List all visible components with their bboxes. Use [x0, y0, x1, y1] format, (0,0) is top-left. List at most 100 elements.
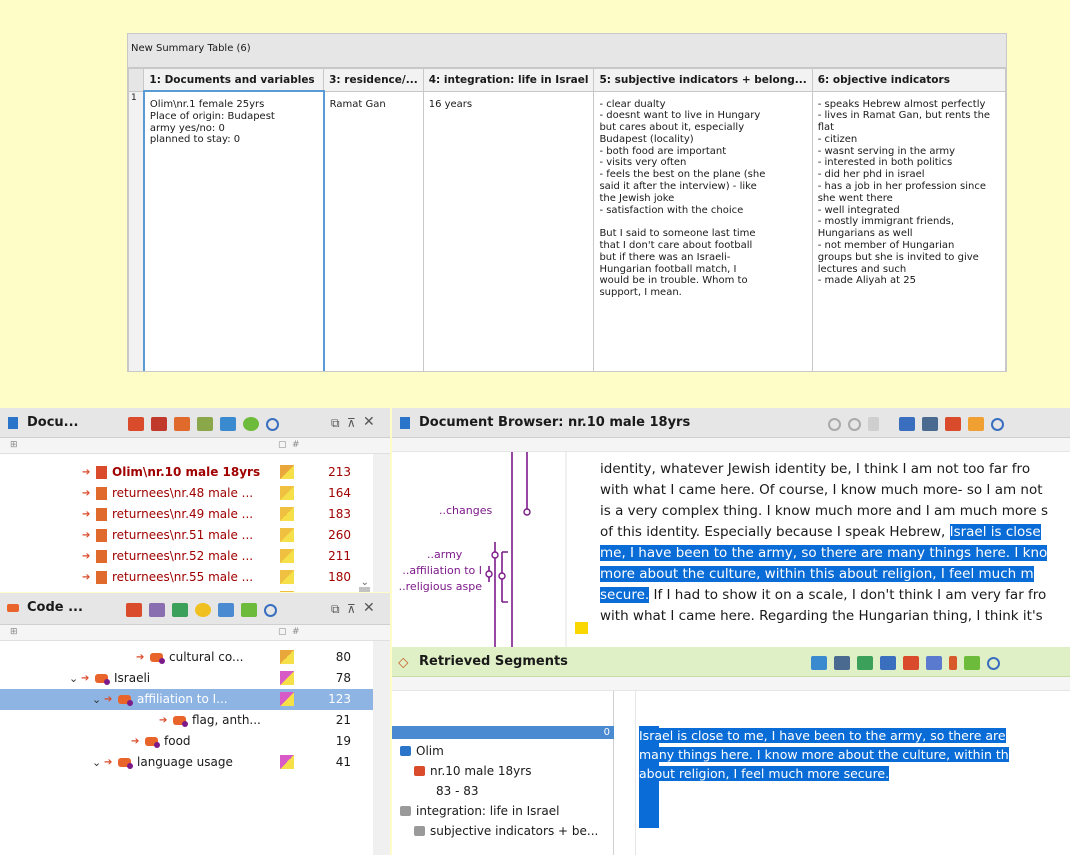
new-code-icon[interactable]: [126, 603, 142, 617]
code-matrix-icon[interactable]: [218, 603, 234, 617]
code-row[interactable]: ⌄ ➔ Israeli 78: [0, 668, 373, 689]
export-icon[interactable]: [945, 417, 961, 431]
retrieved-tree-item[interactable]: integration: life in Israel: [392, 801, 614, 821]
text-line[interactable]: of this identity. Especially because I s…: [600, 522, 1070, 543]
text-line[interactable]: secure. If I had to show it on a scale, …: [600, 585, 1070, 606]
segment-view[interactable]: Israel is close to me, I have been to th…: [636, 691, 1070, 855]
codes-scrollbar[interactable]: [373, 641, 390, 855]
retrieved-tree-item[interactable]: nr.10 male 18yrs: [392, 761, 614, 781]
code-dot-icon: [182, 721, 188, 727]
add-code-icon[interactable]: [964, 656, 980, 670]
code-stripe-label[interactable]: ..army: [427, 548, 462, 561]
zoom-out-icon[interactable]: [848, 417, 861, 431]
document-row[interactable]: ➔ returnees\nr.55 male ... 180: [0, 567, 373, 588]
page-icon[interactable]: [868, 417, 879, 431]
add-code-icon[interactable]: [241, 603, 257, 617]
code-stripe-label[interactable]: ..religious aspe: [392, 580, 482, 593]
document-label: returnees\nr.48 male ...: [112, 486, 254, 500]
column-header[interactable]: 4: integration: life in Israel: [422, 68, 595, 92]
maximize-icon[interactable]: ⊼: [347, 416, 356, 430]
export-icon[interactable]: [903, 656, 919, 670]
document-row[interactable]: ➔ Olim\nr.19 male 25yrs 326: [0, 588, 373, 592]
code-set-icon[interactable]: [149, 603, 165, 617]
excel-export-icon[interactable]: [857, 656, 873, 670]
text-line[interactable]: with what I came here. Regarding the Hun…: [600, 606, 1070, 627]
retrieved-tree-item[interactable]: subjective indicators + be...: [392, 821, 614, 841]
table-cell[interactable]: - speaks Hebrew almost perfectly - lives…: [811, 90, 1006, 371]
html-export-icon[interactable]: [926, 656, 942, 670]
zoom-in-icon[interactable]: [828, 417, 841, 431]
code-row[interactable]: ➔ cultural co... 80: [0, 647, 373, 668]
text-line[interactable]: me, I have been to the army, so there ar…: [600, 543, 1070, 564]
print-icon[interactable]: [834, 656, 850, 670]
document-set-icon[interactable]: [174, 417, 190, 431]
tree-node-label: integration: life in Israel: [416, 804, 560, 818]
code-row[interactable]: ➔ flag, anth... 21: [0, 710, 373, 731]
document-icon: [96, 487, 107, 500]
table-cell[interactable]: Olim\nr.1 female 25yrs Place of origin: …: [142, 90, 325, 371]
retrieved-tree-item[interactable]: 83 - 83: [392, 781, 614, 801]
code-stripe-label[interactable]: ..affiliation to I: [392, 564, 482, 577]
code-icon[interactable]: [949, 656, 957, 670]
document-text[interactable]: identity, whatever Jewish identity be, I…: [600, 459, 1070, 647]
search-icon[interactable]: [266, 417, 279, 431]
word-export-icon[interactable]: [880, 656, 896, 670]
text-line[interactable]: more about the culture, within this abou…: [600, 564, 1070, 585]
highlighted-text[interactable]: secure.: [600, 587, 650, 603]
text-span: identity, whatever Jewish identity be, I…: [600, 461, 1031, 477]
highlighted-text[interactable]: me, I have been to the army, so there ar…: [600, 545, 1048, 561]
table-row[interactable]: 1 Olim\nr.1 female 25yrs Place of origin…: [128, 90, 1006, 371]
retrieved-tree-item[interactable]: Olim: [392, 741, 614, 761]
document-row[interactable]: ➔ returnees\nr.48 male ... 164: [0, 483, 373, 504]
maximize-icon[interactable]: ⊼: [347, 602, 356, 616]
close-icon[interactable]: ✕: [363, 414, 375, 430]
document-row[interactable]: ➔ Olim\nr.10 male 18yrs 213: [0, 462, 373, 483]
table-view-icon[interactable]: [811, 656, 827, 670]
code-row[interactable]: ➔ food 19: [0, 731, 373, 752]
edit-mode-icon[interactable]: [899, 417, 915, 431]
new-document-icon[interactable]: [128, 417, 144, 431]
scroll-down-icon[interactable]: ⌄: [361, 577, 369, 588]
emoticode-icon[interactable]: [195, 603, 211, 617]
expand-icon[interactable]: ⌄: [92, 752, 101, 773]
search-icon[interactable]: [264, 603, 277, 617]
column-header[interactable]: 1: Documents and variables: [143, 68, 325, 92]
highlighted-text[interactable]: more about the culture, within this abou…: [600, 566, 1034, 582]
undock-icon[interactable]: ⧉: [331, 416, 340, 431]
document-row[interactable]: ➔ returnees\nr.51 male ... 260: [0, 525, 373, 546]
memo-icon[interactable]: [575, 622, 588, 634]
table-cell[interactable]: 16 years: [422, 90, 595, 371]
text-span: If I had to show it on a scale, I don't …: [649, 587, 1047, 603]
highlighted-text[interactable]: Israel is close: [949, 524, 1041, 540]
activate-icon[interactable]: [243, 417, 259, 431]
text-line[interactable]: identity, whatever Jewish identity be, I…: [600, 459, 1070, 480]
table-cell[interactable]: Ramat Gan: [323, 90, 424, 371]
code-row[interactable]: ⌄ ➔ language usage 41: [0, 752, 373, 773]
search-icon[interactable]: [991, 417, 1004, 431]
close-icon[interactable]: ✕: [363, 600, 375, 616]
code-favorites-icon[interactable]: [172, 603, 188, 617]
undock-icon[interactable]: ⧉: [331, 602, 340, 617]
code-stripe-label[interactable]: ..changes: [439, 504, 492, 517]
table-cell[interactable]: - clear dualty - doesnt want to live in …: [593, 90, 813, 371]
code-label: cultural co...: [169, 650, 244, 664]
add-document-icon[interactable]: [220, 417, 236, 431]
column-header[interactable]: 5: subjective indicators + belong...: [593, 68, 813, 92]
code-row[interactable]: ⌄ ➔ affiliation to I... 123: [0, 689, 373, 710]
code-system-icon: [7, 604, 19, 612]
search-icon[interactable]: [987, 656, 1000, 670]
print-icon[interactable]: [922, 417, 938, 431]
document-group-icon[interactable]: [197, 417, 213, 431]
expand-icon[interactable]: ⌄: [69, 668, 78, 689]
text-line[interactable]: with what I came here. Of course, I know…: [600, 480, 1070, 501]
document-icon: [96, 550, 107, 563]
code-marker-icon[interactable]: [968, 417, 984, 431]
expand-icon[interactable]: ⌄: [92, 689, 101, 710]
document-row[interactable]: ➔ returnees\nr.52 male ... 211: [0, 546, 373, 567]
column-header[interactable]: 3: residence/...: [323, 68, 424, 92]
import-documents-icon[interactable]: [151, 417, 167, 431]
documents-scrollbar[interactable]: [373, 454, 390, 592]
column-header[interactable]: 6: objective indicators: [811, 68, 1006, 92]
document-row[interactable]: ➔ returnees\nr.49 male ... 183: [0, 504, 373, 525]
text-line[interactable]: is a very complex thing. I know much mor…: [600, 501, 1070, 522]
